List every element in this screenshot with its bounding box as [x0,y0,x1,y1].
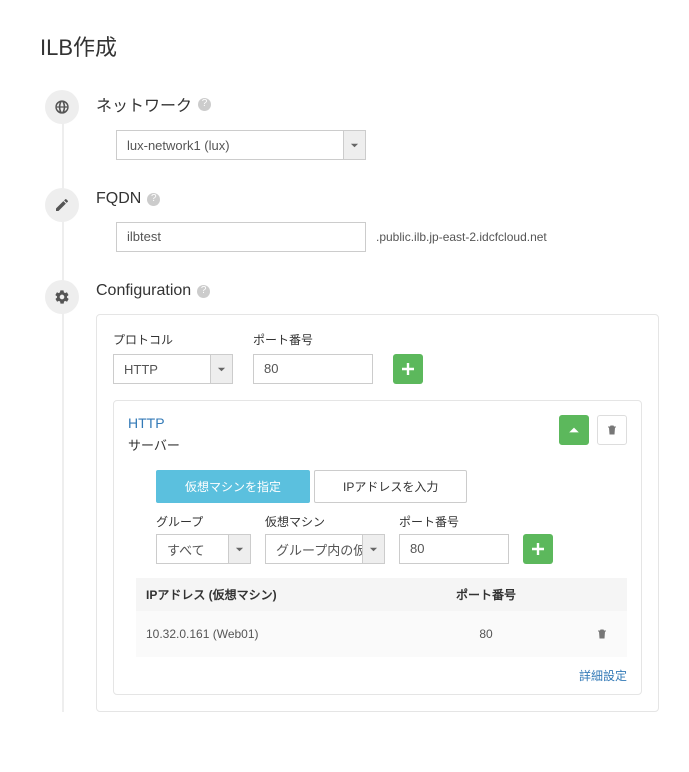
step-configuration: Configuration プロトコル HTTP [40,282,659,712]
port-label: ポート番号 [253,331,373,348]
add-server-button[interactable] [523,534,553,564]
step-list: ネットワーク lux-network1 (lux) FQDN [40,92,659,712]
chevron-up-icon [568,424,580,436]
pencil-icon [45,188,79,222]
vm-label: 仮想マシン [265,513,385,530]
help-icon[interactable] [147,193,160,206]
help-icon[interactable] [197,285,210,298]
advanced-settings-link[interactable]: 詳細設定 [579,669,627,683]
server-heading: サーバー [128,435,180,454]
server-port-label: ポート番号 [399,513,509,530]
fqdn-input[interactable]: ilbtest [116,222,366,252]
chevron-down-icon [343,131,365,159]
network-select-value: lux-network1 (lux) [117,138,343,153]
col-ip: IPアドレス (仮想マシン) [146,586,396,603]
page-title: ILB作成 [40,30,659,62]
vm-select-value: グループ内の仮想マシン [266,540,362,559]
vm-select[interactable]: グループ内の仮想マシン [265,534,385,564]
trash-icon [606,424,618,436]
gears-icon [45,280,79,314]
row-ip: 10.32.0.161 (Web01) [146,627,396,641]
port-input[interactable]: 80 [253,354,373,384]
protocol-select[interactable]: HTTP [113,354,233,384]
tab-specify-vm[interactable]: 仮想マシンを指定 [156,470,310,503]
config-entry: HTTP サーバー 仮想マシンを指定 [113,400,642,695]
plus-icon [532,543,544,555]
protocol-label: プロトコル [113,331,233,348]
globe-icon [45,90,79,124]
step-network-title: ネットワーク [96,92,192,116]
group-select-value: すべて [157,540,228,559]
step-configuration-title: Configuration [96,282,191,300]
step-fqdn-title: FQDN [96,190,141,208]
configuration-panel: プロトコル HTTP ポート番号 80 [96,314,659,712]
group-label: グループ [156,513,251,530]
network-select[interactable]: lux-network1 (lux) [116,130,366,160]
chevron-down-icon [210,355,232,383]
table-row: 10.32.0.161 (Web01) 80 [136,611,627,657]
server-port-input[interactable]: 80 [399,534,509,564]
col-port: ポート番号 [396,586,576,603]
add-config-button[interactable] [393,354,423,384]
server-table-header: IPアドレス (仮想マシン) ポート番号 [136,578,627,611]
chevron-down-icon [228,535,250,563]
delete-entry-button[interactable] [597,415,627,445]
help-icon[interactable] [198,98,211,111]
step-network: ネットワーク lux-network1 (lux) [40,92,659,160]
config-entry-title: HTTP [128,415,180,431]
row-port: 80 [396,627,576,641]
chevron-down-icon [362,535,384,563]
plus-icon [402,363,414,375]
delete-row-button[interactable] [587,619,617,649]
tab-enter-ip[interactable]: IPアドレスを入力 [314,470,467,503]
protocol-select-value: HTTP [114,362,210,377]
fqdn-suffix: .public.ilb.jp-east-2.idcfcloud.net [376,230,547,244]
collapse-button[interactable] [559,415,589,445]
group-select[interactable]: すべて [156,534,251,564]
step-fqdn: FQDN ilbtest .public.ilb.jp-east-2.idcfc… [40,190,659,252]
trash-icon [596,628,608,640]
